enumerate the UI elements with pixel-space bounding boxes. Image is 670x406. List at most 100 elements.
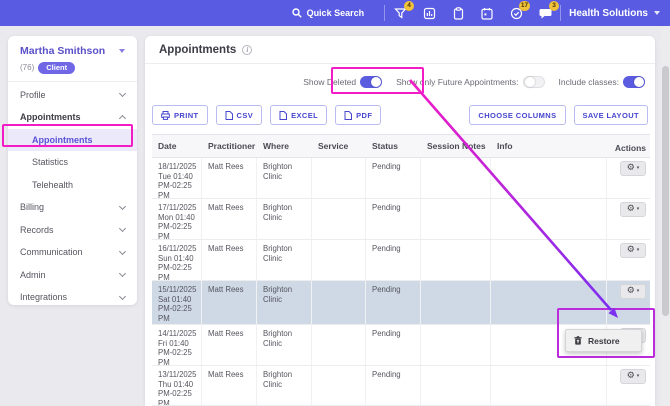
chevron-down-icon xyxy=(119,90,126,97)
scrollbar-track[interactable] xyxy=(661,26,670,406)
header-practitioner[interactable]: Practitioner xyxy=(202,141,257,151)
sidebar: Martha Smithson (76) Client Profile Appo… xyxy=(8,36,137,305)
include-classes-group: Include classes: xyxy=(559,76,645,88)
client-name-dropdown[interactable]: Martha Smithson xyxy=(20,45,125,57)
sidebar-nav: Profile Appointments Appointments Statis… xyxy=(8,82,137,309)
sidebar-item-integrations[interactable]: Integrations xyxy=(8,286,137,309)
filter-icon[interactable]: 4 xyxy=(393,6,407,20)
sidebar-item-billing[interactable]: Billing xyxy=(8,196,137,219)
table-row[interactable]: 18/11/2025 Tue 01:40 PM-02:25 PM Matt Re… xyxy=(152,158,650,199)
cell-practitioner: Matt Rees xyxy=(208,244,244,253)
cell-status: Pending xyxy=(372,244,401,253)
appointments-table: Date Practitioner Where Service Status S… xyxy=(152,134,650,406)
topbar-divider xyxy=(384,5,385,21)
chat-icon[interactable]: 3 xyxy=(538,6,552,20)
cell-date: 16/11/2025 Sun 01:40 PM-02:25 PM xyxy=(158,244,196,280)
header-actions[interactable]: Actions xyxy=(607,140,650,153)
cell-practitioner: Matt Rees xyxy=(208,329,244,338)
header-service[interactable]: Service xyxy=(312,141,366,151)
include-classes-toggle[interactable] xyxy=(623,76,645,88)
row-actions-button[interactable]: ⚙ ▾ xyxy=(620,161,646,176)
cell-practitioner: Matt Rees xyxy=(208,162,244,171)
filter-badge: 4 xyxy=(404,1,414,11)
scrollbar-thumb[interactable] xyxy=(662,66,669,316)
client-name: Martha Smithson xyxy=(20,45,105,57)
sidebar-item-records[interactable]: Records xyxy=(8,219,137,242)
account-menu[interactable]: Health Solutions xyxy=(569,8,660,19)
messages-badge: 3 xyxy=(549,1,559,11)
row-context-menu: Restore xyxy=(565,329,642,352)
header-info[interactable]: Info xyxy=(491,141,607,151)
table-row[interactable]: 17/11/2025 Mon 01:40 PM-02:25 PM Matt Re… xyxy=(152,199,650,240)
chevron-down-icon xyxy=(119,293,126,300)
cell-practitioner: Matt Rees xyxy=(208,203,244,212)
table-row[interactable]: 13/11/2025 Thu 01:40 PM-02:25 PM Matt Re… xyxy=(152,366,650,406)
sidebar-subitem-appointments[interactable]: Appointments xyxy=(8,129,137,152)
clock-check-icon[interactable]: 17 xyxy=(509,6,523,20)
pdf-button[interactable]: PDF xyxy=(335,105,381,125)
header-where[interactable]: Where xyxy=(257,141,312,151)
cell-where: Brighton Clinic xyxy=(263,244,292,263)
sidebar-item-appointments[interactable]: Appointments xyxy=(8,106,137,129)
save-layout-button[interactable]: SAVE LAYOUT xyxy=(574,105,649,125)
csv-button[interactable]: CSV xyxy=(216,105,263,125)
info-icon[interactable]: i xyxy=(242,45,252,55)
dashboard-icon[interactable] xyxy=(422,6,436,20)
chevron-down-icon xyxy=(119,225,126,232)
chevron-down-icon xyxy=(119,248,126,255)
clipboard-icon[interactable] xyxy=(451,6,465,20)
caret-down-icon: ▾ xyxy=(637,207,640,212)
restore-trash-icon xyxy=(574,336,582,345)
caret-down-icon: ▾ xyxy=(637,289,640,294)
cell-status: Pending xyxy=(372,370,401,379)
chevron-down-icon xyxy=(119,203,126,210)
printer-icon xyxy=(161,111,170,120)
topbar: Quick Search 4 xyxy=(0,0,670,26)
excel-button[interactable]: EXCEL xyxy=(270,105,327,125)
cell-where: Brighton Clinic xyxy=(263,162,292,181)
show-deleted-toggle[interactable] xyxy=(360,76,382,88)
table-row[interactable]: 16/11/2025 Sun 01:40 PM-02:25 PM Matt Re… xyxy=(152,240,650,281)
show-deleted-group: Show Deleted xyxy=(303,76,382,88)
print-button[interactable]: PRINT xyxy=(152,105,208,125)
gear-icon: ⚙ xyxy=(627,164,635,173)
cell-practitioner: Matt Rees xyxy=(208,370,244,379)
topbar-divider xyxy=(560,5,561,21)
header-date[interactable]: Date xyxy=(152,141,202,151)
row-actions-button[interactable]: ⚙ ▾ xyxy=(620,243,646,258)
calendar-icon[interactable] xyxy=(480,6,494,20)
cell-status: Pending xyxy=(372,162,401,171)
client-type-badge: Client xyxy=(38,62,75,74)
caret-down-icon: ▾ xyxy=(637,166,640,171)
cell-status: Pending xyxy=(372,203,401,212)
restore-menu-item[interactable]: Restore xyxy=(588,336,620,346)
quick-search[interactable]: Quick Search xyxy=(292,8,365,18)
search-icon xyxy=(292,8,302,18)
caret-down-icon: ▾ xyxy=(637,248,640,253)
sidebar-subitem-statistics[interactable]: Statistics xyxy=(8,151,137,174)
table-row[interactable]: 15/11/2025 Sat 01:40 PM-02:25 PM Matt Re… xyxy=(152,281,650,325)
header-session-notes[interactable]: Session Notes xyxy=(421,141,491,151)
header-status[interactable]: Status xyxy=(366,141,421,151)
sidebar-item-profile[interactable]: Profile xyxy=(8,84,137,107)
sidebar-subitem-telehealth[interactable]: Telehealth xyxy=(8,174,137,197)
export-toolbar: PRINT CSV EXCEL PDF CHOOSE COLUMNS SAVE … xyxy=(145,100,655,130)
cell-date: 14/11/2025 Fri 01:40 PM-02:25 PM xyxy=(158,329,196,365)
cell-where: Brighton Clinic xyxy=(263,329,292,348)
gear-icon: ⚙ xyxy=(627,246,635,255)
choose-columns-button[interactable]: CHOOSE COLUMNS xyxy=(469,105,565,125)
gear-icon: ⚙ xyxy=(627,287,635,296)
table-header-row: Date Practitioner Where Service Status S… xyxy=(152,134,650,158)
future-appointments-label: Show only Future Appointments: xyxy=(396,77,518,87)
future-appointments-toggle[interactable] xyxy=(523,76,545,88)
chevron-down-icon xyxy=(119,49,125,53)
sidebar-item-communication[interactable]: Communication xyxy=(8,241,137,264)
gear-icon: ⚙ xyxy=(627,205,635,214)
cell-date: 15/11/2025 Sat 01:40 PM-02:25 PM xyxy=(158,285,196,323)
page-title: Appointments xyxy=(159,44,236,56)
row-actions-button[interactable]: ⚙ ▾ xyxy=(620,284,646,299)
row-actions-button[interactable]: ⚙ ▾ xyxy=(620,369,646,384)
row-actions-button[interactable]: ⚙ ▾ xyxy=(620,202,646,217)
sidebar-item-admin[interactable]: Admin xyxy=(8,264,137,287)
cell-date: 17/11/2025 Mon 01:40 PM-02:25 PM xyxy=(158,203,196,239)
